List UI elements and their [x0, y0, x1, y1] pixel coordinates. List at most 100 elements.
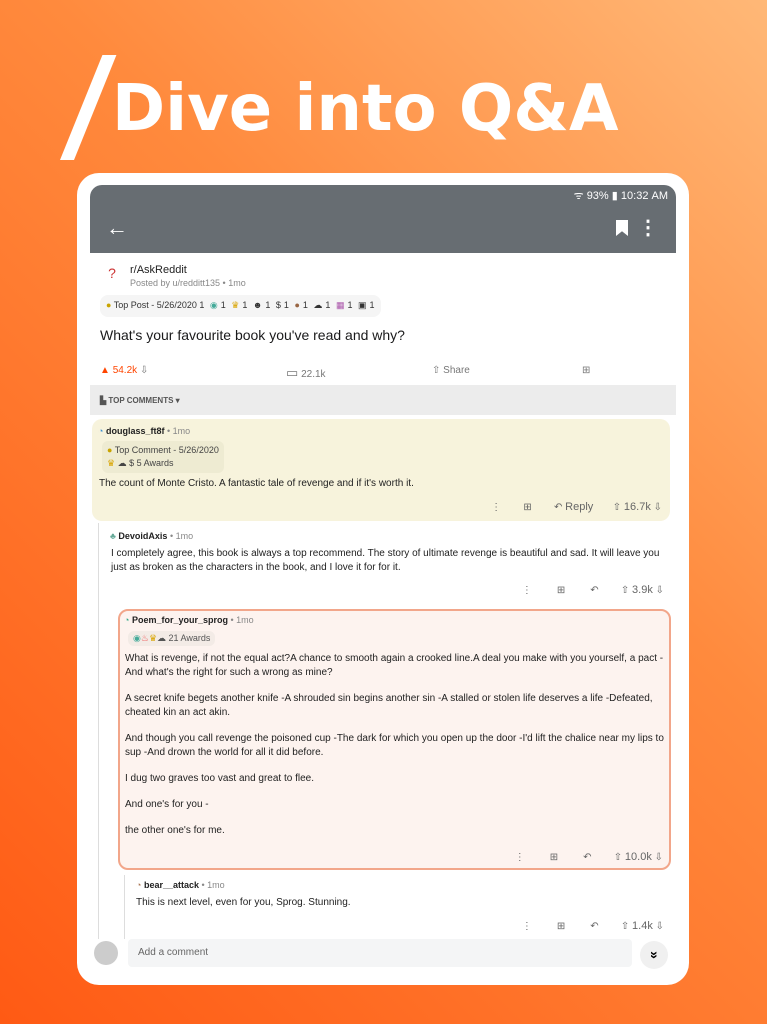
reply-label: Reply — [565, 501, 594, 513]
poem-paragraph: the other one's for me. — [125, 825, 225, 836]
award-label: Top Comment - 5/26/2020 — [114, 445, 219, 455]
more-icon[interactable]: ⋮ — [522, 585, 532, 596]
thread-line — [98, 523, 99, 971]
comment-body: I completely agree, this book is always … — [111, 548, 660, 573]
comments-button[interactable]: ▭ 22.1k — [286, 365, 326, 381]
post-awards[interactable]: ● Top Post - 5/26/2020 1 ◉ 1 ♛ 1 ☻ 1 $1 ● 1 … — [100, 295, 381, 317]
subreddit-name[interactable]: r/AskReddit — [130, 264, 187, 276]
sort-bar[interactable]: ▙ TOP COMMENTS ▾ — [90, 385, 676, 415]
comment-icon: ▭ — [286, 365, 299, 380]
comment-score: 3.9k — [632, 584, 653, 596]
award-icon: ◉ — [133, 633, 141, 643]
upvote-icon[interactable]: ⇧ — [621, 585, 629, 596]
gift-icon[interactable]: ⊞ — [557, 585, 565, 596]
upvote-icon[interactable]: ⇧ — [614, 852, 622, 863]
comment-score: 1.4k — [632, 920, 653, 932]
reply-icon[interactable]: ↶ — [590, 921, 598, 932]
comment-score: 16.7k — [623, 501, 651, 513]
wifi-icon: ᯤ — [573, 190, 584, 202]
bookmark-icon[interactable] — [616, 220, 628, 236]
reply-button[interactable]: ↶ Reply — [553, 501, 594, 513]
more-options-icon[interactable]: ⋮ — [638, 215, 658, 240]
award-count: 1 — [347, 300, 353, 310]
collapse-down-icon[interactable]: » — [640, 941, 668, 969]
gift-icon[interactable]: ⊞ — [523, 502, 531, 513]
upvote-icon[interactable]: ⇧ — [613, 502, 621, 513]
comment-author[interactable]: ◔ Poem_for_your_sprog • 1mo — [124, 615, 254, 625]
sort-label: TOP COMMENTS — [108, 396, 174, 405]
reply-icon[interactable]: ↶ — [590, 585, 598, 596]
award-icon: ♛ — [148, 633, 158, 643]
upvote-count: 54.2k — [112, 365, 138, 376]
app-screen: ᯤ 93% ▮ 10:32 AM ← ⋮ ? r/AskReddit Poste… — [90, 185, 676, 971]
comment-body: This is next level, even for you, Sprog.… — [136, 897, 351, 908]
poem-paragraph: A secret knife begets another knife -A s… — [125, 693, 653, 718]
comment-actions: ⋮ ⊞ ↶ ⇧ 10.0k ⇩ — [515, 851, 663, 863]
poem-paragraph: And though you call revenge the poisoned… — [125, 733, 664, 758]
award-count: 1 — [283, 300, 289, 310]
comment-author[interactable]: ◔ bear__attack • 1mo — [136, 880, 225, 890]
comment-count: 22.1k — [301, 369, 326, 380]
gift-icon[interactable]: ⊞ — [557, 921, 565, 932]
thread-line — [124, 875, 125, 939]
poem-paragraph: I dug two graves too vast and great to f… — [125, 773, 315, 784]
reply-icon: ↶ — [553, 502, 563, 513]
award-gift-icon[interactable]: ⊞ — [582, 365, 590, 376]
award-icon: ♛ — [107, 458, 116, 468]
award-count: 1 — [199, 300, 205, 310]
upvote-icon[interactable]: ⇧ — [621, 921, 629, 932]
add-comment-input[interactable]: Add a comment — [128, 939, 632, 967]
comment-score: 10.0k — [624, 851, 652, 863]
upvote-icon[interactable]: ▲ — [100, 365, 110, 376]
back-arrow-icon[interactable]: ← — [106, 215, 128, 241]
award-count: 1 — [325, 300, 331, 310]
comment-author[interactable]: ♣ DevoidAxis • 1mo — [110, 531, 193, 541]
post-title: What's your favourite book you've read a… — [100, 327, 405, 343]
battery-icon: ▮ — [611, 190, 618, 202]
award-icon: ▦ — [335, 300, 345, 310]
downvote-icon[interactable]: ⇩ — [655, 852, 663, 863]
poem-paragraph: What is revenge, if not the equal act?A … — [125, 653, 664, 678]
more-icon[interactable]: ⋮ — [491, 502, 501, 513]
avatar: ◔ — [136, 880, 142, 890]
comment-author[interactable]: ◔ douglass_ft8f • 1mo — [98, 426, 190, 436]
comment-actions: ⋮ ⊞ ↶ Reply ⇧ 16.7k ⇩ — [491, 501, 662, 513]
share-button[interactable]: ⇧ Share — [432, 365, 470, 376]
reply-icon[interactable]: ↶ — [583, 852, 591, 863]
clock: 10:32 AM — [620, 190, 668, 202]
user-avatar — [94, 941, 118, 965]
more-icon[interactable]: ⋮ — [515, 852, 525, 863]
sort-icon: ▙ — [100, 396, 107, 405]
comment-body: The count of Monte Cristo. A fantastic t… — [99, 478, 414, 489]
slash-decoration — [60, 55, 117, 160]
downvote-icon[interactable]: ⇩ — [654, 502, 662, 513]
award-icon: ♛ — [231, 300, 240, 310]
poem-paragraph: And one's for you - — [125, 799, 209, 810]
downvote-icon[interactable]: ⇩ — [656, 921, 664, 932]
award-icon: ● — [294, 300, 300, 310]
share-label: Share — [443, 365, 470, 376]
award-icon: ◉ — [209, 300, 218, 310]
chevron-down-icon: ▾ — [175, 396, 180, 405]
post-meta: Posted by u/redditt135 • 1mo — [130, 278, 246, 288]
award-count: 1 — [242, 300, 248, 310]
downvote-icon[interactable]: ⇩ — [656, 585, 664, 596]
status-bar: ᯤ 93% ▮ 10:32 AM — [90, 185, 676, 205]
award-count: 1 — [369, 300, 375, 310]
comment-awards[interactable]: ◉♨♛☁ 21 Awards — [128, 631, 216, 646]
comment-awards[interactable]: ● Top Comment - 5/26/2020 ♛ ☁ $ 5 Awards — [102, 441, 224, 473]
more-icon[interactable]: ⋮ — [522, 921, 532, 932]
comment-douglass: ◔ douglass_ft8f • 1mo ● Top Comment - 5/… — [92, 419, 670, 521]
awards-count: 5 Awards — [136, 458, 174, 468]
downvote-icon[interactable]: ⇩ — [140, 365, 148, 376]
subreddit-icon[interactable]: ? — [102, 265, 122, 287]
avatar: ♣ — [110, 531, 116, 541]
vote-group: ▲ 54.2k ⇩ — [100, 365, 148, 376]
award-label: Top Post - 5/26/2020 — [113, 300, 197, 310]
award-icon: ☁ — [313, 300, 323, 310]
top-post-award-icon: ● — [106, 300, 112, 310]
gift-icon[interactable]: ⊞ — [550, 852, 558, 863]
battery-level: 93% — [586, 190, 609, 202]
comment-body: What is revenge, if not the equal act?A … — [125, 652, 670, 838]
avatar: ◔ — [124, 615, 130, 625]
